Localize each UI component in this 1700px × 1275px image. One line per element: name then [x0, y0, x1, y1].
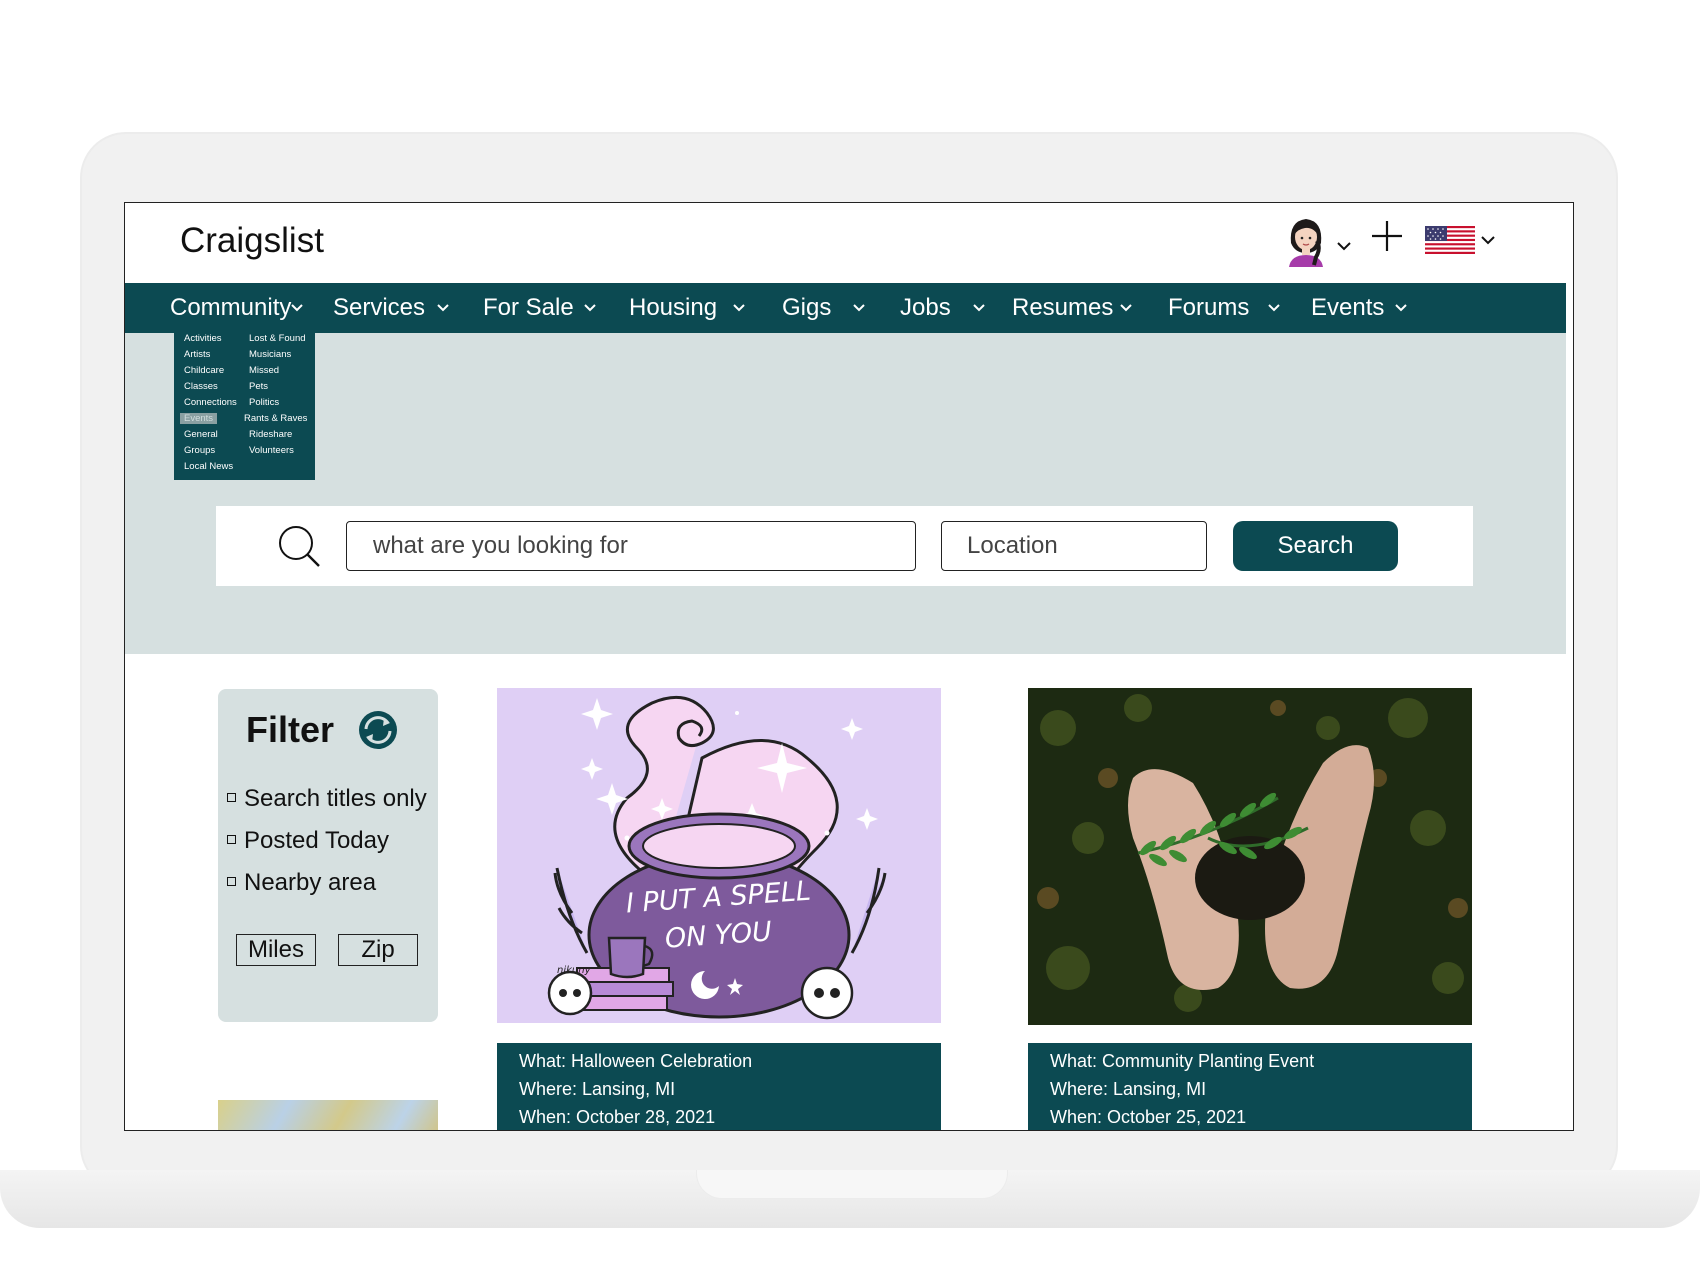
nav-item-jobs[interactable]: Jobs	[900, 283, 951, 333]
location-input[interactable]	[941, 521, 1207, 571]
menu-item-volunteers[interactable]: Volunteers	[249, 445, 294, 456]
filter-option-label: Search titles only	[244, 785, 427, 812]
menu-item-rideshare[interactable]: Rideshare	[249, 429, 292, 440]
menu-item-local-news[interactable]: Local News	[184, 461, 233, 472]
search-panel: Search	[216, 506, 1473, 586]
chevron-down-icon[interactable]	[435, 300, 451, 316]
nav-item-community[interactable]: Community	[170, 283, 291, 333]
search-icon[interactable]	[278, 525, 322, 569]
filter-option-posted-today[interactable]: Posted Today	[227, 827, 389, 855]
nav-item-resumes[interactable]: Resumes	[1012, 283, 1113, 333]
chevron-down-icon[interactable]	[1393, 300, 1409, 316]
filter-title: Filter	[246, 709, 335, 750]
nav-item-gigs[interactable]: Gigs	[782, 283, 831, 333]
community-dropdown: Activities Artists Childcare Classes Con…	[174, 333, 315, 480]
menu-item-activities[interactable]: Activities	[184, 333, 221, 344]
menu-item-groups[interactable]: Groups	[184, 445, 215, 456]
menu-item-politics[interactable]: Politics	[249, 397, 279, 408]
chevron-down-icon[interactable]	[971, 300, 987, 316]
zip-button[interactable]: Zip	[338, 934, 418, 966]
filter-option-label: Nearby area	[244, 869, 377, 896]
filter-option-titles-only[interactable]: Search titles only	[227, 785, 427, 813]
search-input[interactable]	[346, 521, 916, 571]
chevron-down-icon[interactable]	[289, 300, 305, 316]
nav-item-housing[interactable]: Housing	[629, 283, 717, 333]
browser-screen: Craigslist Community Services For Sale H…	[124, 202, 1574, 1131]
event-when: When: October 28, 2021	[519, 1107, 716, 1127]
checkbox[interactable]	[227, 877, 236, 887]
filter-option-nearby-area[interactable]: Nearby area	[227, 869, 376, 897]
menu-item-connections[interactable]: Connections	[184, 397, 237, 408]
laptop-notch	[696, 1170, 1008, 1199]
search-button[interactable]: Search	[1233, 521, 1398, 571]
miles-button[interactable]: Miles	[236, 934, 316, 966]
user-avatar[interactable]	[1283, 213, 1329, 267]
site-logo[interactable]: Craigslist	[180, 221, 324, 261]
menu-item-artists[interactable]: Artists	[184, 349, 210, 360]
menu-item-lost-found[interactable]: Lost & Found	[249, 333, 306, 344]
chevron-down-icon[interactable]	[851, 300, 867, 316]
menu-item-general[interactable]: General	[184, 429, 218, 440]
menu-item-missed[interactable]: Missed	[249, 365, 279, 376]
us-flag-icon[interactable]	[1425, 226, 1475, 254]
event-when: When: October 25, 2021	[1050, 1107, 1247, 1127]
checkbox[interactable]	[227, 793, 236, 803]
menu-item-musicians[interactable]: Musicians	[249, 349, 291, 360]
planting-event-image[interactable]	[1028, 688, 1472, 1025]
menu-item-pets[interactable]: Pets	[249, 381, 268, 392]
hero-section	[125, 333, 1566, 654]
chevron-down-icon[interactable]	[731, 300, 747, 316]
nav-item-forums[interactable]: Forums	[1168, 283, 1249, 333]
filter-option-label: Posted Today	[244, 827, 389, 854]
refresh-icon[interactable]	[357, 709, 399, 751]
chevron-down-icon[interactable]	[1266, 300, 1282, 316]
event-what: What: Community Planting Event	[1050, 1051, 1315, 1071]
menu-item-childcare[interactable]: Childcare	[184, 365, 224, 376]
menu-item-events[interactable]: Events	[180, 413, 218, 424]
event-where: Where: Lansing, MI	[1050, 1079, 1207, 1099]
menu-item-rants-raves[interactable]: Rants & Raves	[244, 413, 307, 424]
map-thumbnail[interactable]	[218, 1100, 438, 1130]
event-what: What: Halloween Celebration	[519, 1051, 753, 1071]
chevron-down-icon[interactable]	[1335, 237, 1353, 255]
filter-panel: Filter Search titles only Posted Today N…	[218, 689, 438, 1022]
event-where: Where: Lansing, MI	[519, 1079, 676, 1099]
nav-item-for-sale[interactable]: For Sale	[483, 283, 574, 333]
top-bar: Craigslist	[125, 203, 1573, 283]
menu-item-classes[interactable]: Classes	[184, 381, 218, 392]
artist-tag: nikuny	[557, 965, 592, 976]
nav-item-services[interactable]: Services	[333, 283, 425, 333]
halloween-event-image[interactable]: I PUT A SPELL ON YOU nikuny	[497, 688, 941, 1023]
chevron-down-icon[interactable]	[1118, 300, 1134, 316]
plus-icon[interactable]	[1370, 219, 1404, 253]
main-nav: Community Services For Sale Housing Gigs…	[125, 283, 1566, 333]
chevron-down-icon[interactable]	[1479, 231, 1497, 249]
nav-item-events[interactable]: Events	[1311, 283, 1384, 333]
event-info-box: What: Halloween Celebration Where: Lansi…	[497, 1043, 941, 1130]
checkbox[interactable]	[227, 835, 236, 845]
event-info-box: What: Community Planting Event Where: La…	[1028, 1043, 1472, 1130]
chevron-down-icon[interactable]	[582, 300, 598, 316]
